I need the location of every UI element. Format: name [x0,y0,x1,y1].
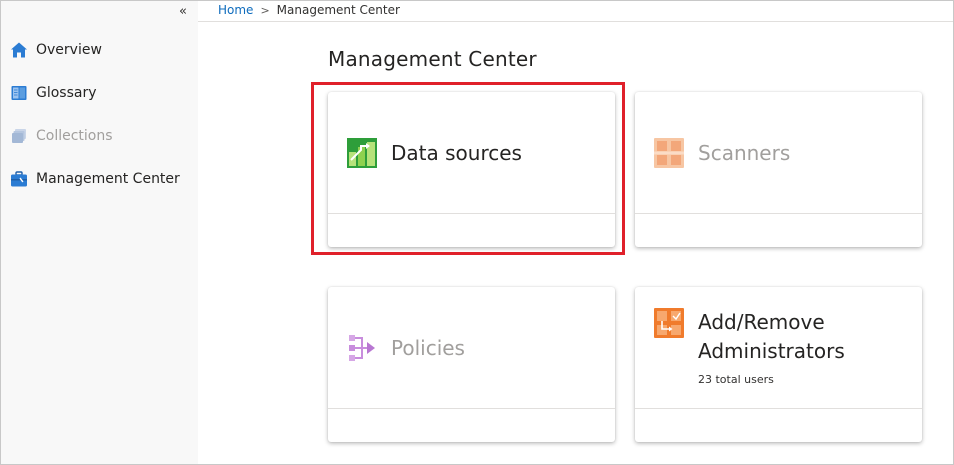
sidebar-item-label: Collections [36,128,113,144]
card-title-line-2: Administrators [698,339,845,363]
card-title: Scanners [698,141,791,165]
policies-icon [349,335,375,361]
collections-icon [12,129,26,143]
header-divider [198,21,953,22]
add-remove-administrators-card[interactable]: Add/Remove Administrators 23 total users [635,287,922,442]
card-subtitle: 23 total users [698,373,774,386]
book-icon [11,86,27,100]
sidebar-item-label: Management Center [36,171,180,187]
card-title: Policies [391,336,465,360]
card-divider [635,408,922,409]
card-divider [328,408,615,409]
data-sources-card[interactable]: Data sources [328,92,615,247]
breadcrumb-home-link[interactable]: Home [218,3,253,17]
chevron-right-icon: > [260,3,270,17]
breadcrumb: Home > Management Center [218,3,400,17]
home-icon [11,42,27,58]
scanners-icon [654,138,684,168]
card-divider [328,213,615,214]
sidebar-item-label: Glossary [36,85,97,101]
administrators-icon [654,308,684,338]
scanners-card[interactable]: Scanners [635,92,922,247]
card-title: Data sources [391,141,522,165]
card-title-line-1: Add/Remove [698,310,825,334]
sidebar-item-glossary[interactable]: Glossary [10,82,97,104]
data-sources-icon [347,138,377,168]
left-navigation: « Overview Glossary Collections Manageme… [1,1,198,464]
policies-card[interactable]: Policies [328,287,615,442]
collapse-sidebar-button[interactable]: « [179,4,187,19]
card-divider [635,213,922,214]
sidebar-item-label: Overview [36,42,102,58]
sidebar-item-overview[interactable]: Overview [10,39,102,61]
sidebar-item-collections[interactable]: Collections [10,125,113,147]
toolbox-icon [11,171,27,187]
page-title: Management Center [328,47,537,71]
breadcrumb-current: Management Center [276,3,400,17]
sidebar-item-management-center[interactable]: Management Center [10,168,180,190]
